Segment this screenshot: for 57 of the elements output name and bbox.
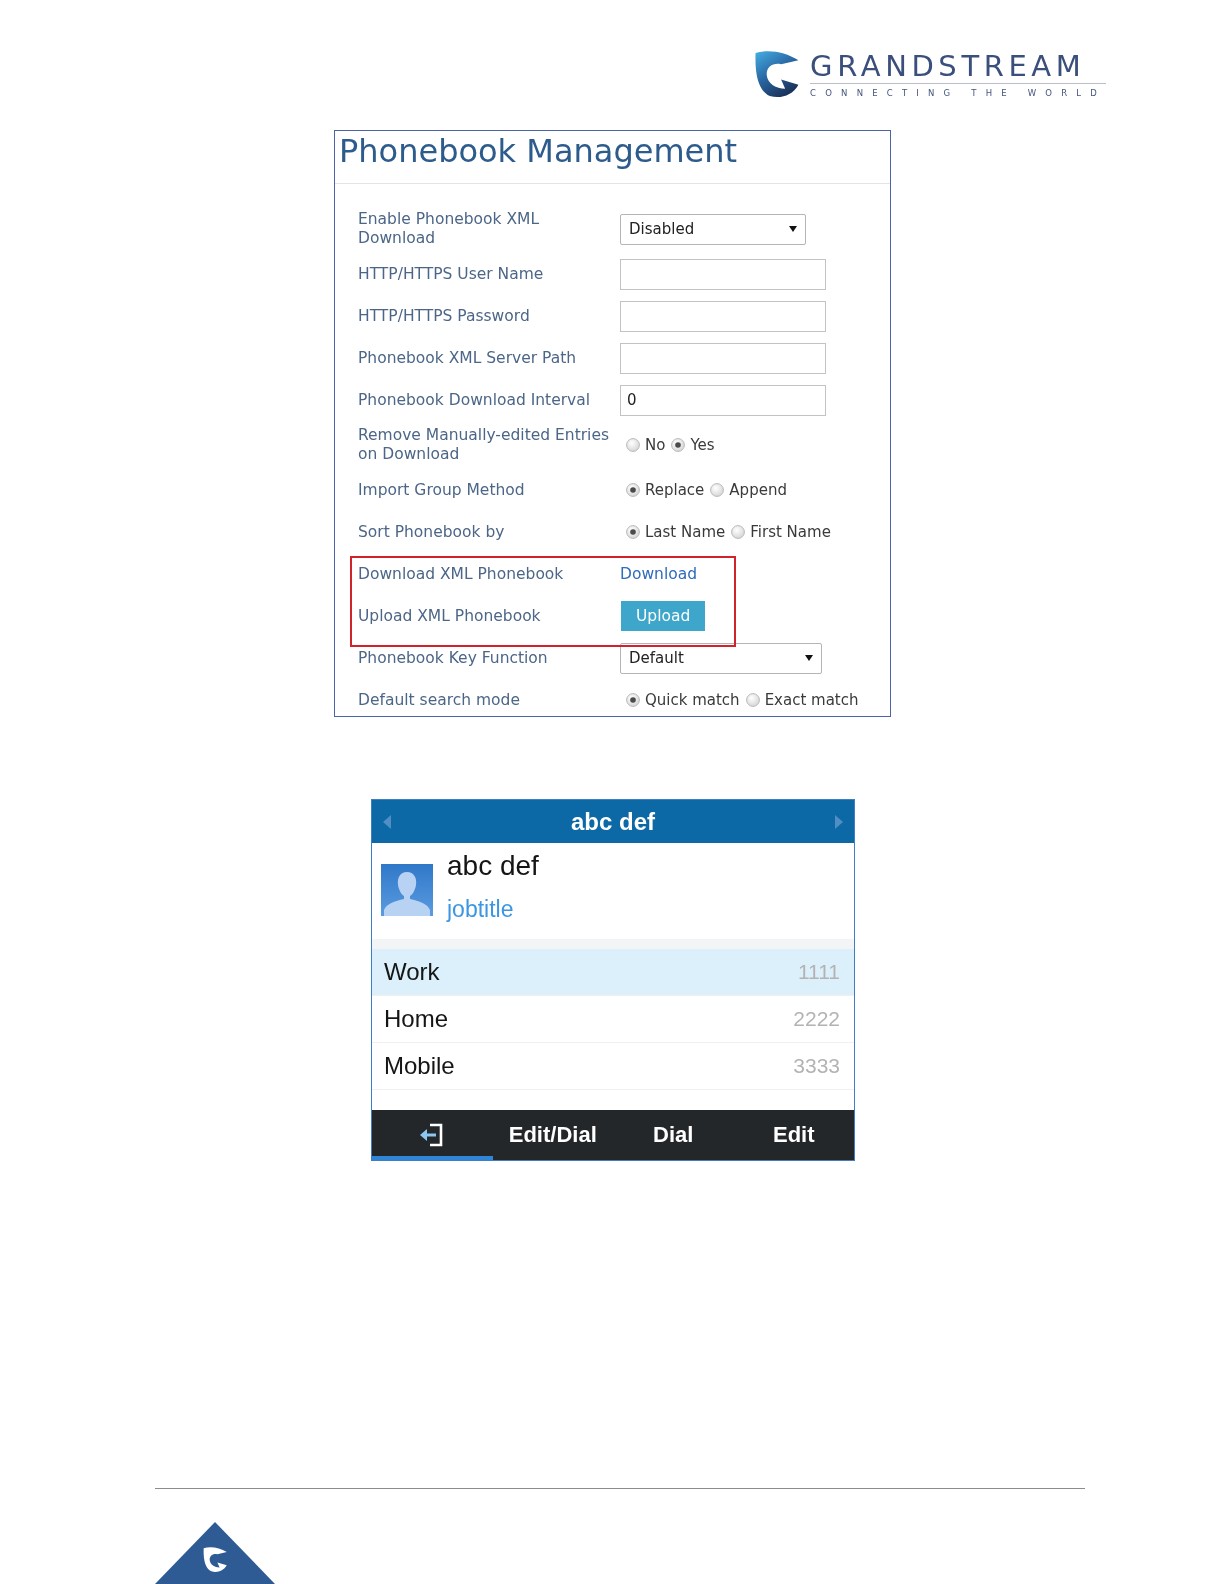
softkey[interactable]: Edit — [733, 1110, 854, 1160]
radio-button[interactable] — [731, 525, 746, 539]
softkey[interactable]: Edit/Dial — [492, 1110, 613, 1160]
swoosh-logo-icon — [754, 50, 801, 99]
caret-down-icon — [789, 226, 797, 232]
radio-option[interactable]: Append — [710, 481, 787, 499]
radio-option[interactable]: Last Name — [626, 523, 726, 541]
field-label: Sort Phonebook by — [358, 522, 506, 542]
field-label: Phonebook Download Interval — [358, 390, 592, 410]
field-label: Default search mode — [358, 690, 521, 710]
radio-option[interactable]: No — [626, 436, 666, 454]
download-link[interactable]: Download — [620, 565, 698, 583]
brand-wordmark: GRANDSTREAM — [810, 51, 1087, 82]
caret-down-icon — [805, 655, 813, 661]
input-field[interactable] — [620, 342, 826, 374]
softkey[interactable]: Dial — [613, 1110, 734, 1160]
number-type-label: Mobile — [384, 1052, 455, 1080]
radio-option[interactable]: Yes — [671, 436, 715, 454]
radio-button[interactable] — [626, 693, 640, 707]
brand-tagline: CONNECTING THE WORLD — [810, 88, 1106, 98]
contact-name: abc def — [447, 849, 539, 883]
phone-number: 2222 — [793, 1007, 840, 1031]
input-field[interactable]: 0 — [620, 384, 826, 416]
number-row[interactable]: Work 1111 — [372, 949, 854, 996]
radio-button[interactable] — [671, 438, 686, 452]
radio-button[interactable] — [626, 483, 640, 497]
avatar-icon — [381, 864, 433, 916]
radio-option[interactable]: First Name — [731, 523, 831, 541]
screen-title: abc def — [571, 807, 655, 836]
number-type-label: Home — [384, 1005, 449, 1033]
dropdown[interactable]: Default — [620, 642, 822, 674]
radio-button[interactable] — [710, 483, 725, 497]
field-label: HTTP/HTTPS User Name — [358, 264, 545, 284]
radio-button[interactable] — [626, 438, 640, 452]
radio-button[interactable] — [626, 525, 640, 539]
phone-number: 1111 — [797, 960, 840, 984]
radio-option[interactable]: Exact match — [745, 691, 859, 709]
phone-number: 3333 — [793, 1054, 840, 1078]
field-label: HTTP/HTTPS Password — [358, 306, 531, 326]
input-field[interactable] — [620, 300, 826, 332]
right-arrow-icon[interactable] — [835, 814, 843, 829]
job-title: jobtitle — [447, 895, 515, 923]
panel-title: Phonebook Management — [338, 131, 739, 172]
radio-button[interactable] — [745, 693, 760, 707]
radio-option[interactable]: Quick match — [626, 691, 740, 709]
radio-option[interactable]: Replace — [626, 481, 705, 499]
field-label: Phonebook Key Function — [358, 648, 549, 668]
number-type-label: Work — [384, 958, 440, 986]
dropdown[interactable]: Disabled — [620, 213, 806, 245]
left-arrow-icon[interactable] — [383, 814, 391, 829]
field-label: Phonebook XML Server Path — [358, 348, 578, 368]
field-label: Download XML Phonebook — [358, 564, 565, 584]
field-label: Import Group Method — [358, 480, 526, 500]
field-label: Upload XML Phonebook — [358, 606, 542, 626]
input-field[interactable] — [620, 258, 826, 290]
field-label: Remove Manually-edited Entries on Download — [358, 426, 610, 464]
field-label: Enable Phonebook XML Download — [358, 210, 541, 248]
